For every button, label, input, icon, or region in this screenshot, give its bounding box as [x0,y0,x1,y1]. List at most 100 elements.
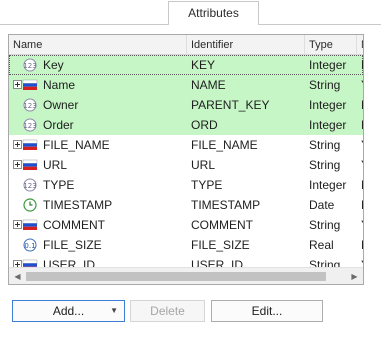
cell-name: Name [9,75,187,95]
cell-nullable: Yes [357,75,363,95]
cell-name: URL [9,155,187,175]
table-row[interactable]: USER_ID USER_ID String Yes [9,255,363,267]
cell-name: FILE_NAME [9,135,187,155]
table-row[interactable]: TIMESTAMP TIMESTAMP Date No [9,195,363,215]
svg-text:0.1: 0.1 [24,242,35,250]
attribute-name: TIMESTAMP [43,198,113,212]
cell-identifier: FILE_NAME [191,138,258,152]
cell-type: String [309,218,341,232]
svg-text:123: 123 [23,62,36,70]
cell-name: 123 Key [9,55,187,75]
table-row[interactable]: 0.1 FILE_SIZE FILE_SIZE Real No [9,235,363,255]
cell-identifier: USER_ID [191,258,244,267]
cell-name: 0.1 FILE_SIZE [9,235,187,255]
real-number-icon: 0.1 [22,238,38,252]
scroll-left-icon[interactable]: ◀ [9,268,26,284]
cell-name: COMMENT [9,215,187,235]
add-button[interactable]: Add... ▼ [12,300,125,322]
cell-identifier: COMMENT [191,218,253,232]
svg-text:123: 123 [23,102,36,110]
add-button-label: Add... [52,304,85,318]
delete-button[interactable]: Delete [130,300,205,322]
numeric-attribute-icon: 123 [22,118,38,132]
cell-nullable: No [357,55,363,75]
attribute-name: Owner [43,98,79,112]
attribute-name: FILE_NAME [43,138,110,152]
expand-plus-icon[interactable] [13,260,22,267]
chevron-down-icon: ▼ [110,306,118,315]
grid-header: Name Identifier Type Nu [9,35,363,55]
cell-name: 123 Order [9,115,187,135]
attribute-name: COMMENT [43,218,105,232]
scroll-right-icon[interactable]: ▶ [346,268,363,284]
column-header-name[interactable]: Name [9,35,187,55]
grid-rows: 123 Key KEY Integer No Name NAME String Yes 123 Ow… [9,55,363,267]
cell-type: Integer [309,178,347,192]
horizontal-scrollbar[interactable]: ◀ ▶ [9,267,363,284]
tab-attributes[interactable]: Attributes [168,1,259,25]
cell-identifier: NAME [191,78,226,92]
table-row[interactable]: Name NAME String Yes [9,75,363,95]
table-row[interactable]: FILE_NAME FILE_NAME String Yes [9,135,363,155]
table-row[interactable]: 123 Key KEY Integer No [9,55,363,75]
cell-nullable: No [357,95,363,115]
cell-type: Real [309,238,334,252]
attribute-name: USER_ID [43,258,96,267]
attribute-name: TYPE [43,178,75,192]
cell-identifier: KEY [191,58,216,72]
expand-plus-icon[interactable] [13,140,22,149]
cell-identifier: ORD [191,118,218,132]
numeric-attribute-icon: 123 [22,178,38,192]
string-flag-icon [22,138,38,152]
cell-identifier: TIMESTAMP [191,198,261,212]
table-row[interactable]: 123 TYPE TYPE Integer No [9,175,363,195]
numeric-attribute-icon: 123 [22,58,38,72]
table-row[interactable]: COMMENT COMMENT String Yes [9,215,363,235]
string-flag-icon [22,78,38,92]
cell-name: USER_ID [9,255,187,267]
cell-identifier: PARENT_KEY [191,98,270,112]
svg-text:123: 123 [23,122,36,130]
date-clock-icon [22,198,38,212]
cell-nullable: Yes [357,215,363,235]
cell-nullable: Yes [357,135,363,155]
attribute-name: Name [43,78,76,92]
cell-type: String [309,78,341,92]
expand-plus-icon[interactable] [13,160,22,169]
cell-nullable: No [357,115,363,135]
cell-type: Integer [309,118,347,132]
scrollbar-thumb[interactable] [26,272,326,281]
cell-type: Date [309,198,335,212]
cell-type: Integer [309,58,347,72]
attribute-name: Key [43,58,64,72]
cell-nullable: No [357,175,363,195]
cell-type: String [309,258,341,267]
column-header-type[interactable]: Type [305,35,357,55]
expand-plus-icon[interactable] [13,220,22,229]
cell-name: TIMESTAMP [9,195,187,215]
table-row[interactable]: 123 Order ORD Integer No [9,115,363,135]
attribute-name: URL [43,158,68,172]
cell-identifier: URL [191,158,216,172]
string-flag-icon [22,158,38,172]
cell-nullable: Yes [357,255,363,267]
cell-identifier: FILE_SIZE [191,238,250,252]
column-header-nullable[interactable]: Nu [357,35,363,55]
cell-type: String [309,158,341,172]
edit-button[interactable]: Edit... [211,300,323,322]
cell-name: 123 Owner [9,95,187,115]
expand-plus-icon[interactable] [13,80,22,89]
string-flag-icon [22,258,38,267]
cell-type: String [309,138,341,152]
attributes-grid[interactable]: Name Identifier Type Nu 123 Key KEY Integer… [8,34,364,285]
cell-nullable: No [357,235,363,255]
numeric-attribute-icon: 123 [22,98,38,112]
column-header-identifier[interactable]: Identifier [187,35,305,55]
table-row[interactable]: URL URL String Yes [9,155,363,175]
cell-nullable: Yes [357,155,363,175]
attribute-name: FILE_SIZE [43,238,102,252]
table-row[interactable]: 123 Owner PARENT_KEY Integer No [9,95,363,115]
cell-identifier: TYPE [191,178,223,192]
cell-nullable: No [357,195,363,215]
cell-type: Integer [309,98,347,112]
